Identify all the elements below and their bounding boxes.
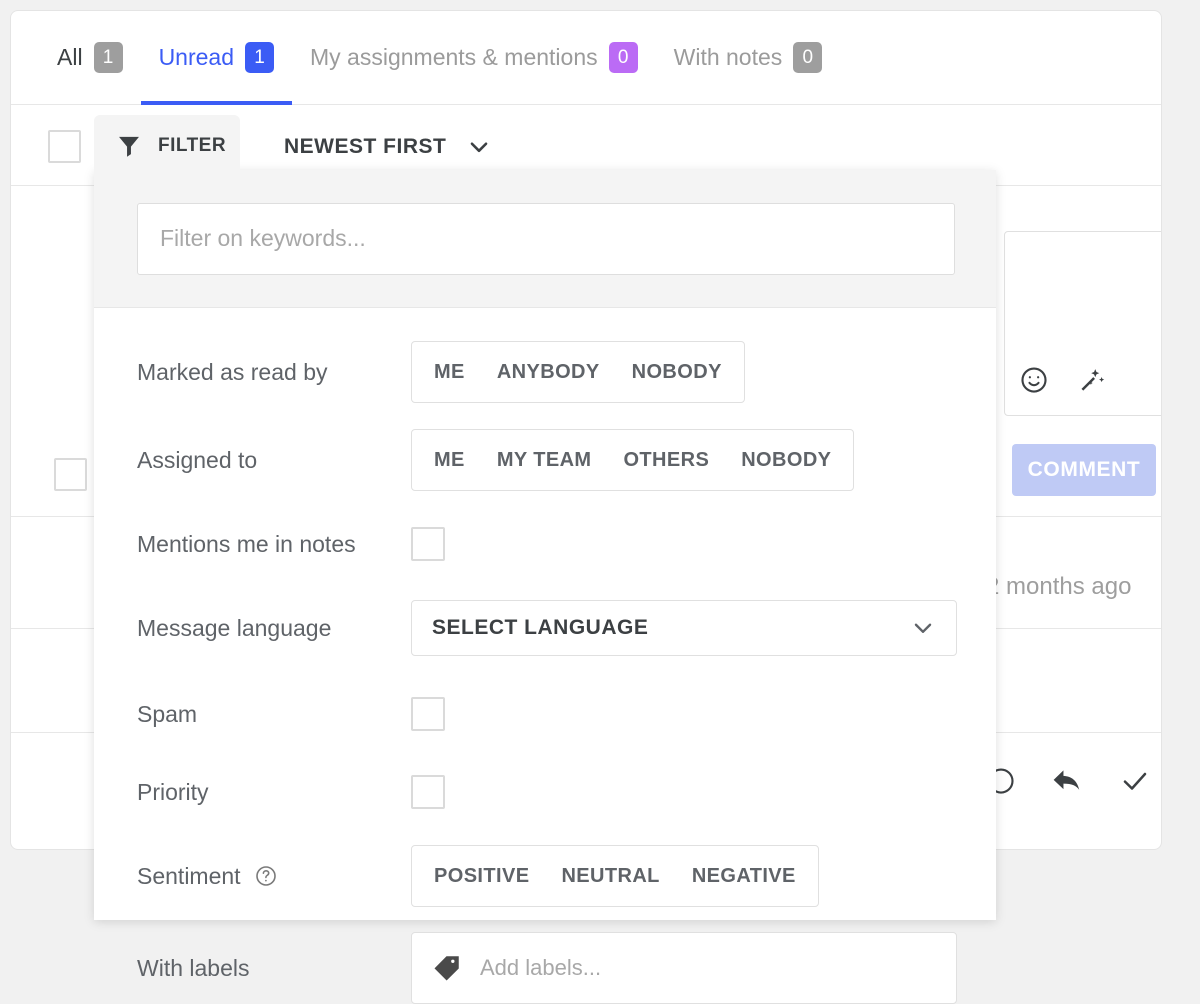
filter-row-assigned-to: Assigned to ME MY TEAM OTHERS NOBODY: [94, 426, 996, 494]
marked-as-read-label: Marked as read by: [137, 358, 328, 385]
sort-order-button[interactable]: NEWEST FIRST: [262, 120, 514, 174]
language-select-value: SELECT LANGUAGE: [432, 616, 649, 639]
assigned-to-option-me[interactable]: ME: [412, 430, 481, 490]
marked-as-read-option-anybody[interactable]: ANYBODY: [481, 342, 616, 402]
tab-my-assignments-mentions-badge: 0: [608, 42, 638, 73]
language-label: Message language: [137, 614, 332, 641]
filter-row-marked-as-read: Marked as read by ME ANYBODY NOBODY: [94, 338, 996, 406]
tag-icon: [432, 953, 462, 983]
marked-as-read-option-nobody[interactable]: NOBODY: [616, 342, 744, 402]
marked-as-read-segmented-control: ME ANYBODY NOBODY: [411, 341, 745, 403]
tab-with-notes[interactable]: With notes 0: [656, 11, 841, 105]
labels-placeholder: Add labels...: [480, 955, 602, 980]
spam-label: Spam: [137, 700, 198, 727]
labels-input[interactable]: Add labels...: [411, 932, 957, 1004]
reply-icon[interactable]: [1050, 766, 1084, 796]
sentiment-label-group: Sentiment: [137, 863, 411, 890]
message-timestamp: 2 months ago: [986, 573, 1132, 600]
message-row-checkbox[interactable]: [54, 458, 87, 491]
tab-my-assignments-mentions[interactable]: My assignments & mentions 0: [292, 11, 656, 105]
sentiment-option-negative[interactable]: NEGATIVE: [676, 846, 818, 906]
compose-icon-group: [1019, 365, 1107, 395]
mentions-label: Mentions me in notes: [137, 530, 356, 557]
select-all-checkbox[interactable]: [48, 130, 81, 163]
filter-fields: Marked as read by ME ANYBODY NOBODY Assi…: [94, 338, 996, 1004]
tab-all-label: All: [57, 44, 83, 70]
sentiment-label: Sentiment: [137, 862, 241, 889]
priority-checkbox[interactable]: [411, 775, 445, 809]
assigned-to-option-others[interactable]: OTHERS: [607, 430, 725, 490]
chevron-down-icon: [910, 615, 936, 641]
help-circle-icon[interactable]: [254, 864, 278, 888]
tab-with-notes-badge: 0: [793, 42, 823, 73]
compose-textarea[interactable]: [1004, 231, 1161, 416]
tab-with-notes-label: With notes: [673, 44, 783, 70]
funnel-icon: [116, 133, 142, 159]
filter-row-mentions: Mentions me in notes: [94, 510, 996, 578]
sentiment-option-neutral[interactable]: NEUTRAL: [545, 846, 675, 906]
comment-button[interactable]: COMMENT: [1012, 444, 1156, 496]
filter-label: FILTER: [158, 135, 227, 156]
emoji-icon[interactable]: [1019, 365, 1049, 395]
keyword-filter-input[interactable]: [137, 202, 955, 275]
filter-row-sentiment: Sentiment POSITIVE NEUTRAL NEGATIVE: [94, 842, 996, 910]
sentiment-option-positive[interactable]: POSITIVE: [412, 846, 545, 906]
tab-all[interactable]: All 1: [39, 11, 141, 105]
keyword-section: [94, 170, 996, 308]
tab-unread-label: Unread: [158, 44, 234, 70]
filter-row-spam: Spam: [94, 680, 996, 748]
filter-row-priority: Priority: [94, 758, 996, 826]
filter-dropdown-panel: Marked as read by ME ANYBODY NOBODY Assi…: [94, 170, 996, 1004]
tab-unread[interactable]: Unread 1: [140, 11, 293, 105]
tab-unread-badge: 1: [245, 42, 274, 73]
filter-row-labels: With labels Add labels...: [94, 932, 996, 1004]
mentions-checkbox[interactable]: [411, 527, 445, 561]
spam-checkbox[interactable]: [411, 697, 445, 731]
marked-as-read-option-me[interactable]: ME: [412, 342, 481, 402]
filter-row-language: Message language SELECT LANGUAGE: [94, 594, 996, 662]
priority-label: Priority: [137, 778, 209, 805]
chevron-down-icon: [466, 134, 492, 160]
assigned-to-segmented-control: ME MY TEAM OTHERS NOBODY: [411, 429, 855, 491]
check-icon[interactable]: [1118, 766, 1152, 796]
sentiment-segmented-control: POSITIVE NEUTRAL NEGATIVE: [411, 845, 819, 907]
magic-wand-icon[interactable]: [1077, 365, 1107, 395]
message-action-group: [986, 766, 1152, 796]
labels-label: With labels: [137, 954, 250, 981]
assigned-to-option-my-team[interactable]: MY TEAM: [481, 430, 608, 490]
tab-all-badge: 1: [93, 42, 123, 73]
tab-my-assignments-mentions-label: My assignments & mentions: [310, 44, 598, 70]
filter-toggle-button[interactable]: FILTER: [94, 115, 240, 177]
assigned-to-label: Assigned to: [137, 446, 258, 473]
sort-order-label: NEWEST FIRST: [284, 135, 447, 158]
language-select[interactable]: SELECT LANGUAGE: [411, 600, 957, 656]
assigned-to-option-nobody[interactable]: NOBODY: [725, 430, 853, 490]
tab-bar: All 1 Unread 1 My assignments & mentions…: [11, 11, 1161, 105]
